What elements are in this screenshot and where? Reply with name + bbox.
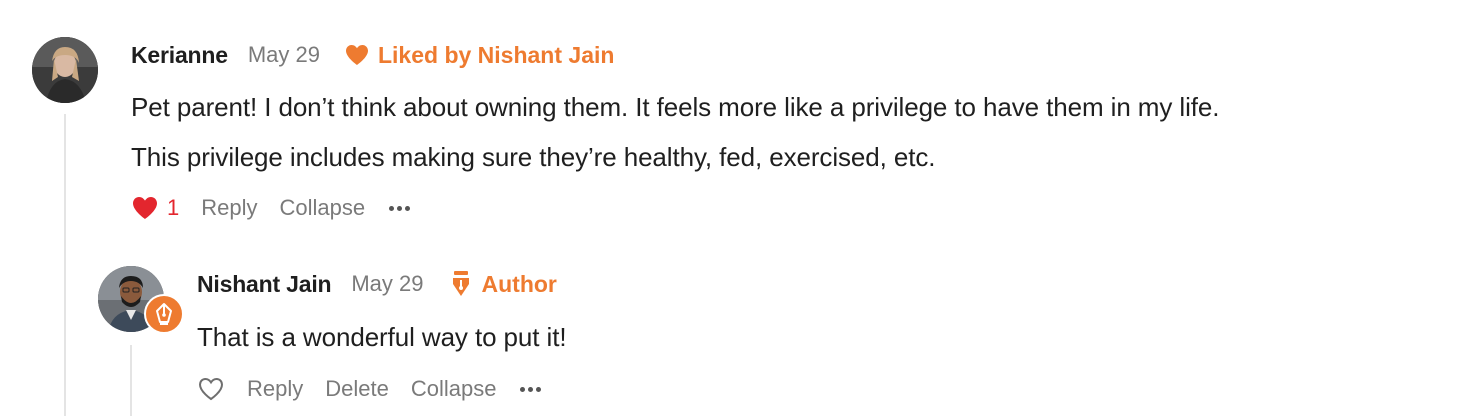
- heart-filled-icon: [131, 195, 159, 221]
- author-name[interactable]: Nishant Jain: [197, 271, 332, 298]
- comment-header: Kerianne May 29 Liked by Nishant Jain: [131, 37, 614, 73]
- heart-icon: [344, 43, 370, 67]
- comment-text-line: This privilege includes making sure they…: [131, 142, 936, 172]
- comment-date[interactable]: May 29: [351, 271, 423, 297]
- reply-button[interactable]: Reply: [201, 195, 257, 221]
- thread-line: [64, 114, 66, 416]
- author-badge-label: Author: [481, 270, 557, 297]
- liked-by-author: Liked by Nishant Jain: [344, 42, 614, 69]
- comment-body: That is a wonderful way to put it!: [197, 312, 1397, 362]
- comment-actions: Reply Delete Collapse: [197, 371, 542, 407]
- avatar-photo: [32, 37, 98, 103]
- collapse-button[interactable]: Collapse: [411, 376, 497, 402]
- comment-thread: Kerianne May 29 Liked by Nishant Jain Pe…: [0, 0, 1480, 416]
- comment-text-line: Pet parent! I don’t think about owning t…: [131, 92, 1220, 122]
- delete-button[interactable]: Delete: [325, 376, 389, 402]
- liked-by-label: Liked by Nishant Jain: [377, 41, 615, 68]
- author-badge: Author: [450, 270, 557, 298]
- comment-text-line: That is a wonderful way to put it!: [197, 322, 567, 352]
- pen-nib-icon: [450, 270, 472, 298]
- like-button[interactable]: 1: [131, 195, 179, 221]
- comment-actions: 1 Reply Collapse: [131, 190, 411, 226]
- comment-body: Pet parent! I don’t think about owning t…: [131, 82, 1451, 182]
- more-dots-icon[interactable]: [389, 198, 411, 218]
- avatar-kerianne[interactable]: [32, 37, 98, 103]
- reply-button[interactable]: Reply: [247, 376, 303, 402]
- heart-outline-icon: [197, 376, 225, 402]
- comment-date[interactable]: May 29: [248, 42, 320, 68]
- thread-line: [130, 345, 132, 416]
- more-dots-icon[interactable]: [520, 379, 542, 399]
- comment-header: Nishant Jain May 29 Author: [197, 266, 557, 302]
- author-name[interactable]: Kerianne: [131, 42, 228, 69]
- author-badge-icon: [144, 294, 184, 334]
- like-button[interactable]: [197, 376, 225, 402]
- collapse-button[interactable]: Collapse: [280, 195, 366, 221]
- like-count: 1: [167, 195, 180, 220]
